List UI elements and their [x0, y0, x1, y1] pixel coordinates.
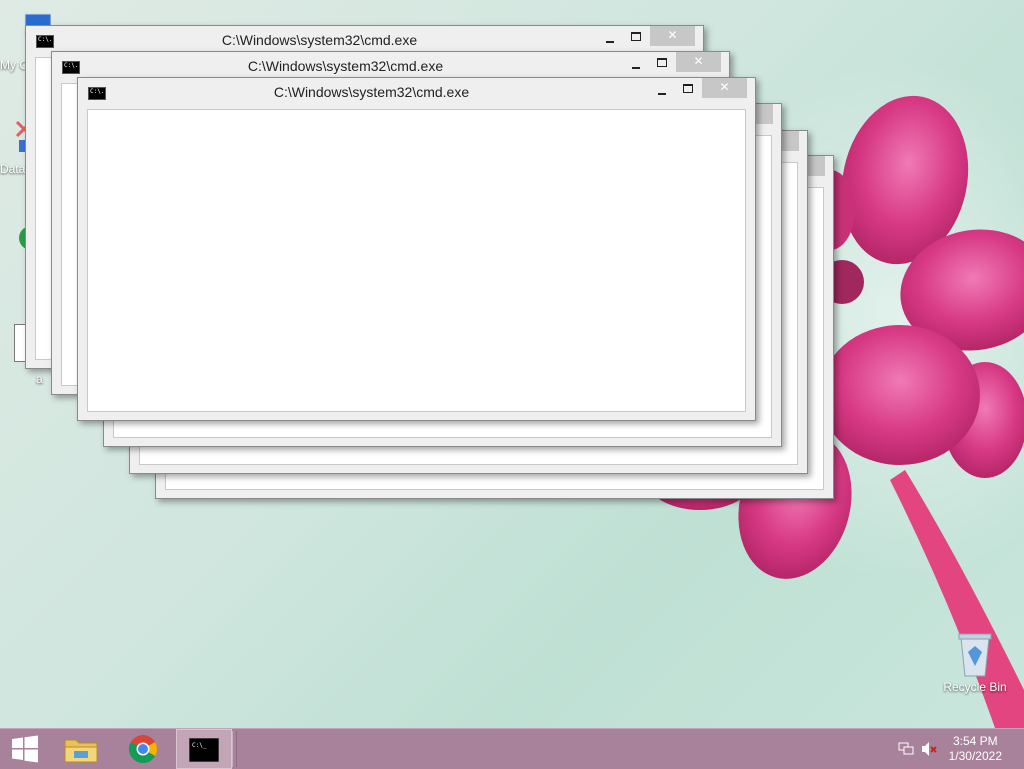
window-title: C:\Windows\system32\cmd.exe: [273, 84, 470, 100]
minimize-button[interactable]: [626, 58, 646, 72]
window-client-area[interactable]: [87, 109, 746, 412]
maximize-button[interactable]: [652, 56, 672, 70]
title-bar[interactable]: C:\Windows\system32\cmd.exe: [52, 52, 729, 80]
maximize-button[interactable]: [626, 30, 646, 44]
taskbar-chrome[interactable]: [118, 729, 168, 769]
close-button[interactable]: [702, 78, 747, 98]
desktop-icon-label: My C: [0, 58, 28, 72]
taskbar-file-explorer[interactable]: [56, 729, 106, 769]
title-bar[interactable]: C:\Windows\system32\cmd.exe: [26, 26, 703, 54]
volume-muted-icon[interactable]: [921, 741, 939, 757]
network-icon[interactable]: [898, 741, 914, 757]
cmd-icon: C:\_: [189, 738, 219, 762]
taskbar-cmd[interactable]: C:\_: [176, 729, 232, 769]
minimize-button[interactable]: [600, 32, 620, 46]
minimize-button[interactable]: [652, 84, 672, 98]
cmd-window-active[interactable]: C:\Windows\system32\cmd.exe: [77, 77, 756, 421]
desktop-icon-label: Recycle Bin: [943, 680, 1007, 694]
close-button[interactable]: [650, 26, 695, 46]
desktop: My C Data a Recycle Bin ✕ ✕ ✕ C:\. C:\Wi…: [0, 0, 1024, 728]
windows-start-icon: [12, 735, 38, 763]
window-title: C:\Windows\system32\cmd.exe: [221, 32, 418, 48]
taskbar-separator: [232, 731, 237, 767]
system-clock[interactable]: 3:54 PM 1/30/2022: [949, 734, 1002, 764]
recycle-bin-icon: [958, 633, 992, 677]
desktop-icon-label: Data: [0, 162, 26, 176]
svg-text:C:\_: C:\_: [192, 742, 207, 749]
chrome-icon: [129, 735, 157, 763]
clock-date: 1/30/2022: [948, 749, 1002, 763]
taskbar: C:\_ 3:54 PM 1/30/2022: [0, 728, 1024, 769]
desktop-icon-recycle-bin[interactable]: Recycle Bin: [940, 632, 1010, 694]
maximize-button[interactable]: [678, 82, 698, 96]
file-explorer-icon: [64, 739, 98, 763]
desktop-icon-label: a: [36, 372, 43, 386]
window-title: C:\Windows\system32\cmd.exe: [247, 58, 444, 74]
close-button[interactable]: [676, 52, 721, 72]
title-bar[interactable]: C:\Windows\system32\cmd.exe: [78, 78, 755, 106]
start-button[interactable]: [0, 729, 50, 769]
clock-time: 3:54 PM: [952, 734, 998, 748]
